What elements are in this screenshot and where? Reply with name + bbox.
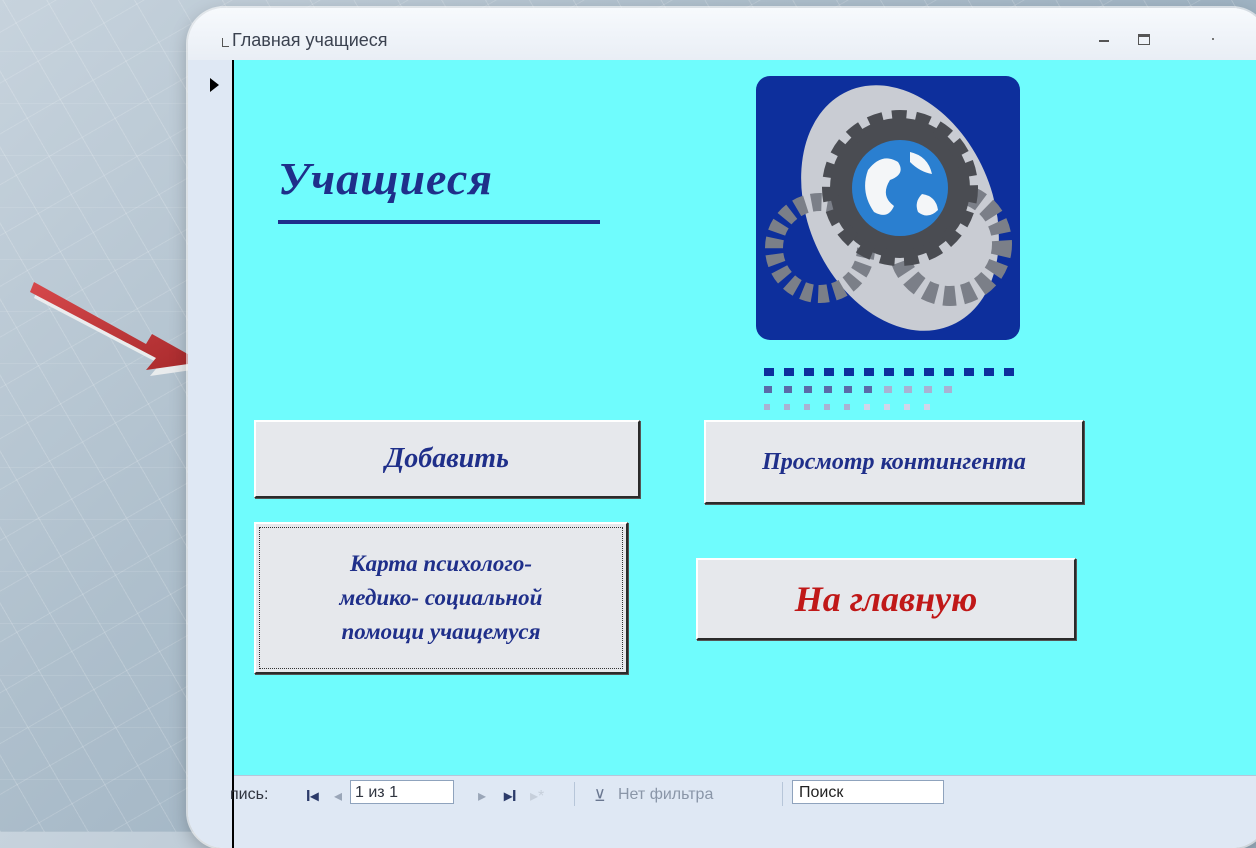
psych-med-social-card-button[interactable]: Карта психолого- медико- социальной помо… xyxy=(254,522,628,674)
filter-status[interactable]: Нет фильтра xyxy=(618,786,713,804)
filter-icon[interactable]: ⊻ xyxy=(594,786,606,806)
next-record-icon[interactable]: ▸ xyxy=(478,786,486,806)
title-bar: Главная учащиеся xyxy=(188,8,1256,61)
previous-record-icon[interactable]: ◂ xyxy=(334,786,342,806)
view-contingent-button[interactable]: Просмотр контингента xyxy=(704,420,1084,504)
current-record-field[interactable]: 1 из 1 xyxy=(350,780,454,804)
minimize-icon[interactable] xyxy=(1094,30,1114,46)
form-heading: Учащиеся xyxy=(278,153,493,204)
heading-underline xyxy=(278,220,600,224)
separator xyxy=(782,782,783,806)
form-icon xyxy=(222,38,229,47)
search-input[interactable]: Поиск xyxy=(792,780,944,804)
separator xyxy=(574,782,575,806)
current-record-icon xyxy=(210,78,219,92)
record-label: пись: xyxy=(230,786,269,803)
record-selector[interactable] xyxy=(188,60,234,848)
new-record-icon[interactable]: ▸* xyxy=(530,786,544,806)
gears-globe-logo-icon xyxy=(756,76,1020,410)
maximize-icon[interactable] xyxy=(1134,30,1154,46)
form-window: Главная учащиеся Учащиеся Добавить Просм… xyxy=(188,8,1256,848)
form-body: Учащиеся Добавить Просмотр контингента К… xyxy=(234,60,1256,776)
last-record-icon[interactable]: ▸I xyxy=(504,786,516,806)
first-record-icon[interactable]: I◂ xyxy=(306,786,318,806)
add-button[interactable]: Добавить xyxy=(254,420,640,498)
home-button[interactable]: На главную xyxy=(696,558,1076,640)
window-title: Главная учащиеся xyxy=(232,30,388,50)
close-icon[interactable] xyxy=(1212,38,1214,40)
card-button-line: Карта психолого- xyxy=(349,551,533,576)
record-navigation-bar: пись: I◂ ◂ 1 из 1 ▸ ▸I ▸* ⊻ Нет фильтра … xyxy=(230,775,1256,848)
card-button-line: медико- социальной xyxy=(339,585,543,610)
card-button-line: помощи учащемуся xyxy=(341,619,541,644)
